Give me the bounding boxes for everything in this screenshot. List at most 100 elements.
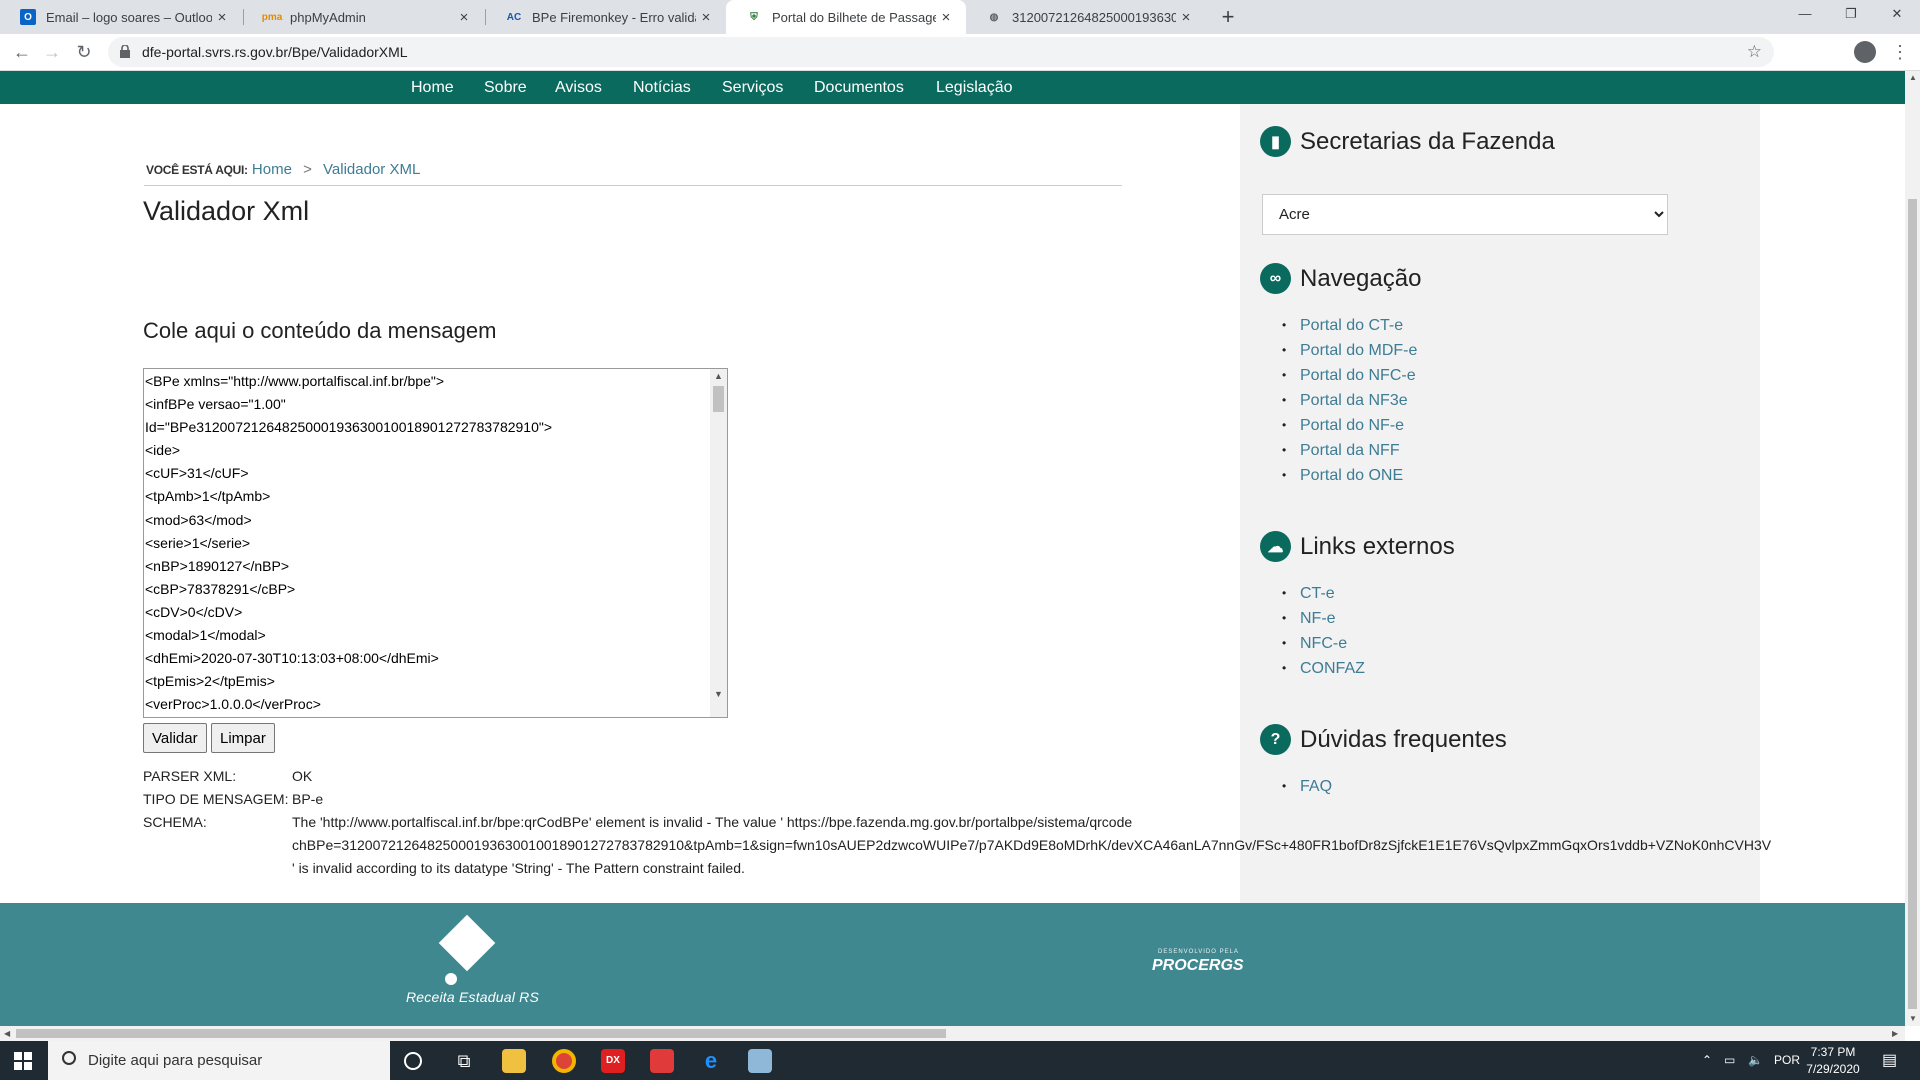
volume-icon[interactable]: 🔈 (1748, 1041, 1763, 1080)
scroll-left-icon[interactable]: ◀ (4, 1029, 10, 1038)
new-tab-button[interactable]: + (1214, 3, 1242, 31)
notifications-icon[interactable]: ▤ (1882, 1041, 1897, 1080)
navegacao-link[interactable]: Portal do MDF-e (1282, 338, 1417, 363)
textarea-scroll-thumb[interactable] (713, 386, 724, 412)
url-text: dfe-portal.svrs.rs.gov.br/Bpe/ValidadorX… (142, 44, 408, 60)
breadcrumb-home-link[interactable]: Home (252, 161, 292, 178)
xml-line: <ide> (145, 442, 181, 459)
breadcrumb-label: VOCÊ ESTÁ AQUI: (146, 163, 248, 177)
xml-line: <tpAmb>1</tpAmb> (145, 488, 271, 505)
page-hscroll-thumb[interactable] (16, 1029, 946, 1038)
navegacao-link[interactable]: Portal do ONE (1282, 463, 1417, 488)
close-tab-icon[interactable]: × (936, 9, 956, 26)
xml-line: <serie>1</serie> (145, 534, 251, 551)
links-externos-link[interactable]: CONFAZ (1282, 656, 1365, 681)
navegacao-link[interactable]: Portal da NF3e (1282, 388, 1417, 413)
textarea-scrollbar[interactable]: ▲ ▼ (710, 369, 727, 717)
xml-content: <BPe xmlns="http://www.portalfiscal.inf.… (145, 370, 710, 716)
cortana-icon[interactable] (404, 1052, 422, 1070)
lock-icon (120, 45, 130, 58)
tab-outlook[interactable]: O Email – logo soares – Outlook × (0, 0, 242, 34)
close-window-icon[interactable]: ✕ (1874, 0, 1920, 30)
page-scroll-thumb[interactable] (1908, 199, 1917, 1009)
links-externos-link[interactable]: NF-e (1282, 606, 1365, 631)
faq-link[interactable]: FAQ (1282, 774, 1332, 799)
page-vertical-scrollbar[interactable]: ▲ ▼ (1905, 71, 1920, 1026)
scroll-down-icon[interactable]: ▼ (1909, 1014, 1917, 1023)
chrome-icon[interactable] (552, 1049, 576, 1073)
close-tab-icon[interactable]: × (454, 9, 474, 26)
scroll-up-icon[interactable]: ▲ (710, 369, 727, 384)
file-explorer-icon[interactable] (502, 1049, 526, 1073)
tab-xml-file[interactable]: ◍ 31200721264825000193630010 × (966, 0, 1206, 34)
browser-menu-icon[interactable]: ⋮ (1890, 38, 1910, 66)
close-tab-icon[interactable]: × (696, 9, 716, 26)
phpmyadmin-icon: pma (261, 11, 283, 23)
outlook-icon: O (20, 9, 36, 25)
page-horizontal-scrollbar[interactable]: ◀ ▶ (0, 1026, 1905, 1041)
page-footer: Receita Estadual RS DESENVOLVIDO PELA PR… (0, 903, 1905, 1039)
notepad-icon[interactable] (748, 1049, 772, 1073)
minimize-window-icon[interactable]: — (1782, 0, 1828, 30)
scroll-down-icon[interactable]: ▼ (710, 687, 727, 702)
nav-servicos[interactable]: Serviços (722, 71, 783, 104)
xml-line: Id="BPe312007212648250001936300100189012… (145, 419, 553, 436)
clear-button[interactable]: Limpar (211, 723, 275, 753)
anydesk-icon[interactable] (650, 1049, 674, 1073)
xml-line: <cBP>78378291</cBP> (145, 580, 296, 597)
forward-arrow-icon[interactable]: → (38, 38, 66, 66)
validate-button[interactable]: Validar (143, 723, 207, 753)
language-indicator[interactable]: POR (1774, 1041, 1800, 1080)
restore-window-icon[interactable]: ❐ (1828, 0, 1874, 30)
nav-noticias[interactable]: Notícias (633, 71, 691, 104)
duvidas-list: FAQ (1282, 774, 1332, 799)
message-type-value: BP-e (292, 791, 324, 807)
state-select[interactable]: Acre (1262, 194, 1668, 235)
back-arrow-icon[interactable]: ← (8, 38, 36, 66)
tab-phpmyadmin[interactable]: pma phpMyAdmin × (244, 0, 484, 34)
xml-line: <mod>63</mod> (145, 511, 252, 528)
schema-line-2: chBPe=3120072126482500019363001001890127… (292, 837, 1772, 853)
navegacao-link[interactable]: Portal do NF-e (1282, 413, 1417, 438)
xml-input-textarea[interactable]: <BPe xmlns="http://www.portalfiscal.inf.… (143, 368, 728, 718)
search-icon (62, 1051, 76, 1065)
nav-documentos[interactable]: Documentos (814, 71, 904, 104)
close-tab-icon[interactable]: × (1176, 9, 1196, 26)
breadcrumb-current-link[interactable]: Validador XML (323, 161, 420, 178)
navegacao-link[interactable]: Portal do NFC-e (1282, 363, 1417, 388)
nav-avisos[interactable]: Avisos (555, 71, 602, 104)
links-externos-link[interactable]: CT-e (1282, 581, 1365, 606)
xml-line: <dhEmi>2020-07-30T10:13:03+08:00</dhEmi> (145, 650, 439, 667)
scroll-up-icon[interactable]: ▲ (1909, 73, 1917, 82)
xml-line: <verProc>1.0.0.0</verProc> (145, 696, 321, 713)
tab-bpe-firemonkey[interactable]: AC BPe Firemonkey - Erro validação × (486, 0, 726, 34)
address-bar[interactable]: dfe-portal.svrs.rs.gov.br/Bpe/ValidadorX… (108, 37, 1774, 67)
links-externos-link[interactable]: NFC-e (1282, 631, 1365, 656)
links-externos-heading: ☁ Links externos (1260, 531, 1455, 562)
internet-explorer-icon[interactable]: e (699, 1049, 723, 1073)
schema-label: SCHEMA: (143, 814, 207, 830)
nav-legislacao[interactable]: Legislação (936, 71, 1013, 104)
network-icon[interactable]: ▭ (1724, 1041, 1735, 1080)
devexpress-icon[interactable]: DX (601, 1049, 625, 1073)
nav-sobre[interactable]: Sobre (484, 71, 527, 104)
clock-time[interactable]: 7:37 PM (1798, 1045, 1868, 1059)
profile-avatar-icon[interactable] (1854, 41, 1876, 63)
navegacao-link[interactable]: Portal do CT-e (1282, 313, 1417, 338)
task-view-icon[interactable]: ⧉ (452, 1049, 476, 1073)
navegacao-link[interactable]: Portal da NFF (1282, 438, 1417, 463)
close-tab-icon[interactable]: × (212, 9, 232, 26)
navegacao-heading: ∞ Navegação (1260, 263, 1421, 294)
scroll-right-icon[interactable]: ▶ (1892, 1029, 1898, 1038)
taskbar-search-box[interactable]: Digite aqui para pesquisar (48, 1041, 390, 1080)
link-icon: ∞ (1260, 263, 1291, 294)
windows-start-icon[interactable] (14, 1052, 32, 1070)
tray-chevron-icon[interactable]: ⌃ (1702, 1041, 1712, 1080)
links-externos-list: CT-eNF-eNFC-eCONFAZ (1282, 581, 1365, 681)
tab-portal-bilhete[interactable]: ⛨ Portal do Bilhete de Passagem El × (726, 0, 966, 34)
clock-date[interactable]: 7/29/2020 (1798, 1062, 1868, 1076)
nav-home[interactable]: Home (411, 71, 454, 104)
bookmark-star-icon[interactable]: ☆ (1747, 37, 1762, 67)
reload-icon[interactable]: ↻ (70, 38, 98, 66)
main-navigation: Home Sobre Avisos Notícias Serviços Docu… (0, 71, 1905, 104)
